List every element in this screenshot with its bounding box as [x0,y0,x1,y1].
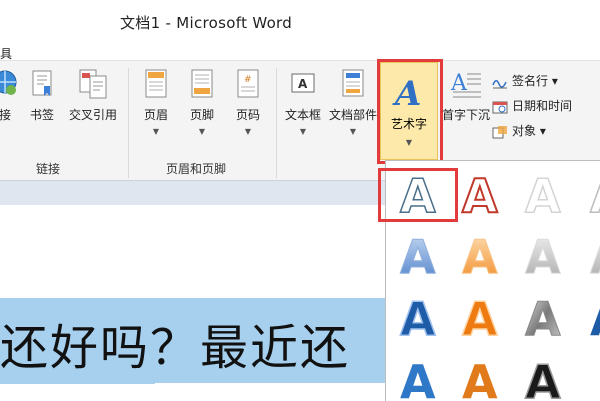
chevron-down-icon: ▼ [198,127,206,136]
wordart-gallery-cell[interactable] [450,352,514,400]
cross-reference-label: 交叉引用 [68,108,117,122]
chevron-down-icon: ▼ [349,127,357,136]
cross-reference-button[interactable]: 交叉引用 [62,68,124,163]
signature-line-button[interactable]: 签名行 ▾ [492,72,558,89]
window-title: 文档1 - Microsoft Word [120,14,293,32]
wordart-gallery-cell[interactable] [514,290,578,346]
wordart-gallery-cell[interactable] [514,228,578,284]
group-label-links: 链接 [36,162,61,176]
header-icon [145,69,167,98]
quick-parts-button[interactable]: 文档部件 ▼ [328,68,378,163]
chevron-down-icon: ▼ [299,127,307,136]
text-box-button[interactable]: A 文本框 ▼ [282,68,324,163]
title-bar: 文档1 - Microsoft Word [0,0,600,42]
quick-parts-label: 文档部件 [328,108,377,122]
wordart-gallery-cell[interactable] [514,168,578,224]
quick-parts-icon [342,69,364,97]
chevron-down-icon: ▼ [244,127,252,136]
page-number-icon: # [237,69,259,98]
signature-line-label: 签名行 ▾ [512,74,558,88]
header-button[interactable]: 页眉 ▼ [138,68,174,163]
object-button[interactable]: 对象 ▾ [492,122,546,139]
wordart-gallery-cell[interactable] [386,228,450,284]
wordart-gallery-cell[interactable] [450,290,514,346]
bookmark-icon [32,70,52,96]
page-number-button[interactable]: # 页码 ▼ [230,68,266,163]
svg-text:A: A [298,77,308,91]
signature-icon [492,75,508,89]
chevron-down-icon: ▼ [152,127,160,136]
wordart-gallery-cell[interactable] [450,168,514,224]
globe-link-icon [0,70,17,95]
document-gap [155,383,385,400]
drop-cap-button[interactable]: A 首字下沉 [440,68,492,163]
bookmark-label: 书签 [29,108,54,122]
calendar-icon [492,100,508,114]
date-time-button[interactable]: 日期和时间 [492,97,572,114]
footer-icon [191,69,213,98]
drop-cap-icon: A [450,71,481,98]
wordart-gallery-cell[interactable] [386,290,450,346]
date-time-label: 日期和时间 [512,99,573,113]
group-label-header-footer: 页眉和页脚 [166,162,227,176]
wordart-gallery-cell[interactable] [386,168,450,224]
text-box-label: 文本框 [284,108,321,122]
cross-reference-icon [79,69,107,99]
text-box-icon: A [291,73,315,93]
wordart-gallery-cell[interactable] [386,352,450,400]
footer-button[interactable]: 页脚 ▼ [184,68,220,163]
wordart-gallery-cell[interactable] [514,352,578,400]
wordart-gallery-cell[interactable] [450,228,514,284]
header-label: 页眉 [143,108,168,122]
page-number-label: 页码 [235,108,260,122]
drop-cap-label: 首字下沉 [441,108,490,122]
object-icon [492,125,508,139]
hyperlink-label: 接 [0,108,11,122]
object-label: 对象 ▾ [512,124,546,138]
wordart-button-highlight [377,59,443,164]
document-text[interactable]: 还好吗？最近还 [0,308,350,378]
svg-text:#: # [244,75,252,85]
footer-label: 页脚 [189,108,214,122]
hyperlink-button[interactable]: 接 [0,68,20,163]
bookmark-button[interactable]: 书签 [26,68,58,163]
